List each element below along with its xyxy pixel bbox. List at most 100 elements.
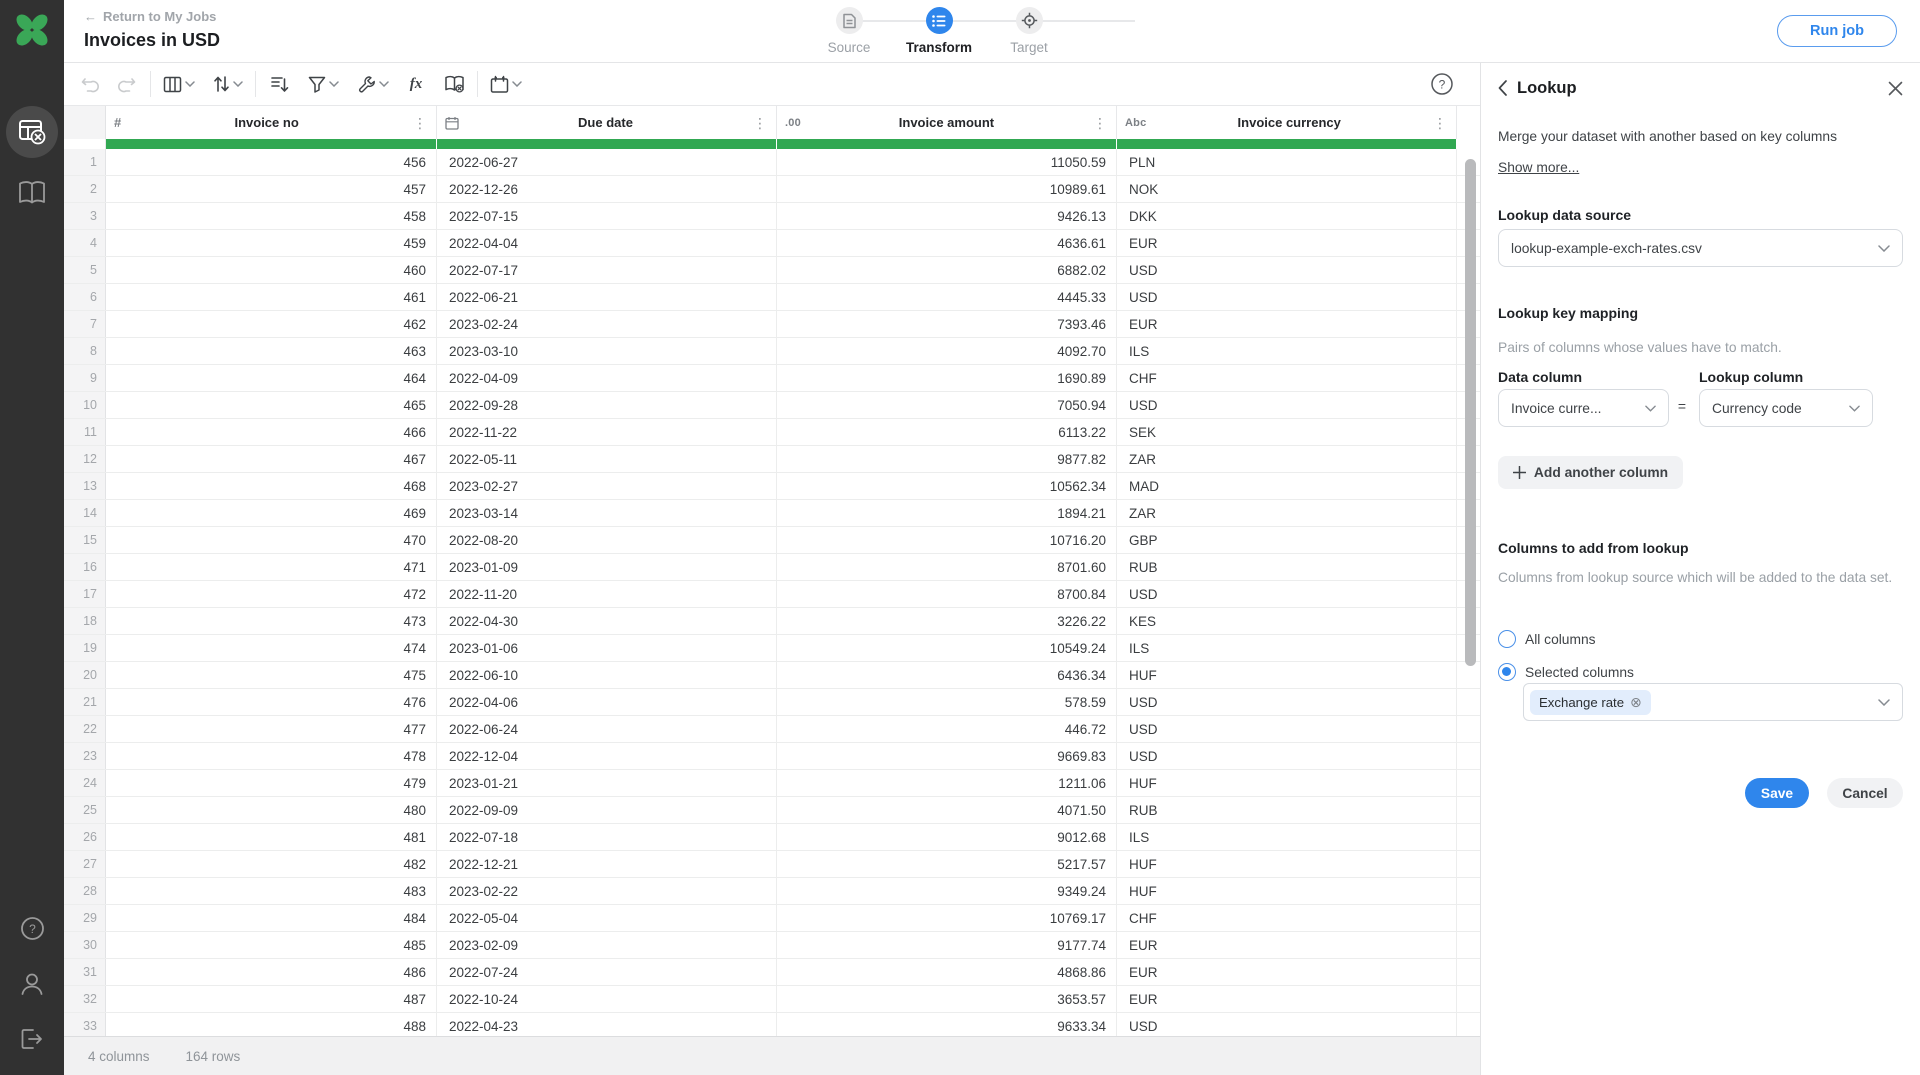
table-cell[interactable]: 8700.84 <box>777 581 1117 607</box>
table-cell[interactable]: 5217.57 <box>777 851 1117 877</box>
row-number[interactable]: 17 <box>64 581 106 607</box>
table-cell[interactable]: 578.59 <box>777 689 1117 715</box>
row-number[interactable]: 12 <box>64 446 106 472</box>
columns-menu-button[interactable] <box>159 68 199 100</box>
table-cell[interactable]: 485 <box>106 932 437 958</box>
close-icon[interactable] <box>1888 81 1903 96</box>
table-cell[interactable]: 2022-10-24 <box>437 986 777 1012</box>
column-header-invoice-currency[interactable]: Abc Invoice currency ⋮ <box>1117 106 1457 139</box>
undo-button[interactable] <box>74 68 104 100</box>
table-cell[interactable]: 9633.34 <box>777 1013 1117 1036</box>
row-number[interactable]: 2 <box>64 176 106 202</box>
row-number[interactable]: 9 <box>64 365 106 391</box>
sidebar-account-button[interactable] <box>19 971 45 997</box>
table-cell[interactable]: USD <box>1117 392 1457 418</box>
table-cell[interactable]: 2022-04-04 <box>437 230 777 256</box>
table-cell[interactable]: 462 <box>106 311 437 337</box>
table-cell[interactable]: 480 <box>106 797 437 823</box>
lookup-column-select[interactable]: Currency code <box>1699 389 1873 427</box>
table-cell[interactable]: ILS <box>1117 824 1457 850</box>
table-cell[interactable]: USD <box>1117 581 1457 607</box>
table-cell[interactable]: USD <box>1117 284 1457 310</box>
step-target[interactable]: Target <box>984 7 1074 55</box>
row-number[interactable]: 11 <box>64 419 106 445</box>
table-cell[interactable]: 2022-04-30 <box>437 608 777 634</box>
data-source-select[interactable]: lookup-example-exch-rates.csv <box>1498 229 1903 267</box>
table-cell[interactable]: USD <box>1117 743 1457 769</box>
table-cell[interactable]: 6436.34 <box>777 662 1117 688</box>
table-cell[interactable]: 468 <box>106 473 437 499</box>
table-cell[interactable]: 460 <box>106 257 437 283</box>
table-cell[interactable]: 486 <box>106 959 437 985</box>
table-cell[interactable]: 483 <box>106 878 437 904</box>
selected-column-tag[interactable]: Exchange rate⊗ <box>1530 690 1651 715</box>
table-cell[interactable]: 4868.86 <box>777 959 1117 985</box>
redo-button[interactable] <box>112 68 142 100</box>
table-cell[interactable]: 1690.89 <box>777 365 1117 391</box>
table-cell[interactable]: 457 <box>106 176 437 202</box>
filter-menu-button[interactable] <box>304 68 343 100</box>
table-cell[interactable]: 467 <box>106 446 437 472</box>
table-cell[interactable]: 478 <box>106 743 437 769</box>
row-number[interactable]: 8 <box>64 338 106 364</box>
table-cell[interactable]: USD <box>1117 1013 1457 1036</box>
table-cell[interactable]: 7050.94 <box>777 392 1117 418</box>
row-number[interactable]: 29 <box>64 905 106 931</box>
table-cell[interactable]: 476 <box>106 689 437 715</box>
row-number[interactable]: 32 <box>64 986 106 1012</box>
table-cell[interactable]: 7393.46 <box>777 311 1117 337</box>
row-number[interactable]: 20 <box>64 662 106 688</box>
table-cell[interactable]: 472 <box>106 581 437 607</box>
table-cell[interactable]: 2022-07-24 <box>437 959 777 985</box>
table-cell[interactable]: 463 <box>106 338 437 364</box>
table-cell[interactable]: 465 <box>106 392 437 418</box>
table-cell[interactable]: 2023-02-09 <box>437 932 777 958</box>
table-cell[interactable]: DKK <box>1117 203 1457 229</box>
table-cell[interactable]: EUR <box>1117 959 1457 985</box>
row-number[interactable]: 26 <box>64 824 106 850</box>
table-cell[interactable]: 2022-12-04 <box>437 743 777 769</box>
column-header-invoice-no[interactable]: # Invoice no ⋮ <box>106 106 437 139</box>
table-cell[interactable]: 4636.61 <box>777 230 1117 256</box>
table-cell[interactable]: EUR <box>1117 932 1457 958</box>
table-cell[interactable]: 9349.24 <box>777 878 1117 904</box>
app-logo-clover-icon[interactable] <box>11 9 53 51</box>
table-cell[interactable]: 2022-07-15 <box>437 203 777 229</box>
table-cell[interactable]: 456 <box>106 149 437 175</box>
date-tools-button[interactable] <box>486 68 526 100</box>
table-cell[interactable]: HUF <box>1117 851 1457 877</box>
table-cell[interactable]: 2022-11-20 <box>437 581 777 607</box>
row-number[interactable]: 33 <box>64 1013 106 1036</box>
table-cell[interactable]: PLN <box>1117 149 1457 175</box>
table-cell[interactable]: 2023-03-14 <box>437 500 777 526</box>
table-cell[interactable]: ILS <box>1117 338 1457 364</box>
table-cell[interactable]: 2022-07-18 <box>437 824 777 850</box>
table-cell[interactable]: 10769.17 <box>777 905 1117 931</box>
table-cell[interactable]: 2022-06-24 <box>437 716 777 742</box>
row-number[interactable]: 22 <box>64 716 106 742</box>
table-cell[interactable]: 2023-02-22 <box>437 878 777 904</box>
table-cell[interactable]: 469 <box>106 500 437 526</box>
table-cell[interactable]: 4445.33 <box>777 284 1117 310</box>
table-cell[interactable]: 461 <box>106 284 437 310</box>
run-job-button[interactable]: Run job <box>1777 15 1897 47</box>
column-menu-icon[interactable]: ⋮ <box>412 114 428 132</box>
row-number[interactable]: 3 <box>64 203 106 229</box>
table-cell[interactable]: 11050.59 <box>777 149 1117 175</box>
show-more-link[interactable]: Show more... <box>1498 160 1579 175</box>
table-cell[interactable]: 2022-04-09 <box>437 365 777 391</box>
table-cell[interactable]: 458 <box>106 203 437 229</box>
table-cell[interactable]: 2022-06-21 <box>437 284 777 310</box>
selected-columns-multiselect[interactable]: Exchange rate⊗ <box>1523 683 1903 721</box>
row-number[interactable]: 19 <box>64 635 106 661</box>
table-cell[interactable]: RUB <box>1117 797 1457 823</box>
table-cell[interactable]: 481 <box>106 824 437 850</box>
table-cell[interactable]: SEK <box>1117 419 1457 445</box>
table-cell[interactable]: 475 <box>106 662 437 688</box>
column-menu-icon[interactable]: ⋮ <box>1432 114 1448 132</box>
sidebar-logout-button[interactable] <box>19 1027 45 1051</box>
table-cell[interactable]: 470 <box>106 527 437 553</box>
radio-option[interactable]: All columns <box>1498 629 1903 649</box>
table-cell[interactable]: 484 <box>106 905 437 931</box>
remove-tag-icon[interactable]: ⊗ <box>1630 695 1642 709</box>
